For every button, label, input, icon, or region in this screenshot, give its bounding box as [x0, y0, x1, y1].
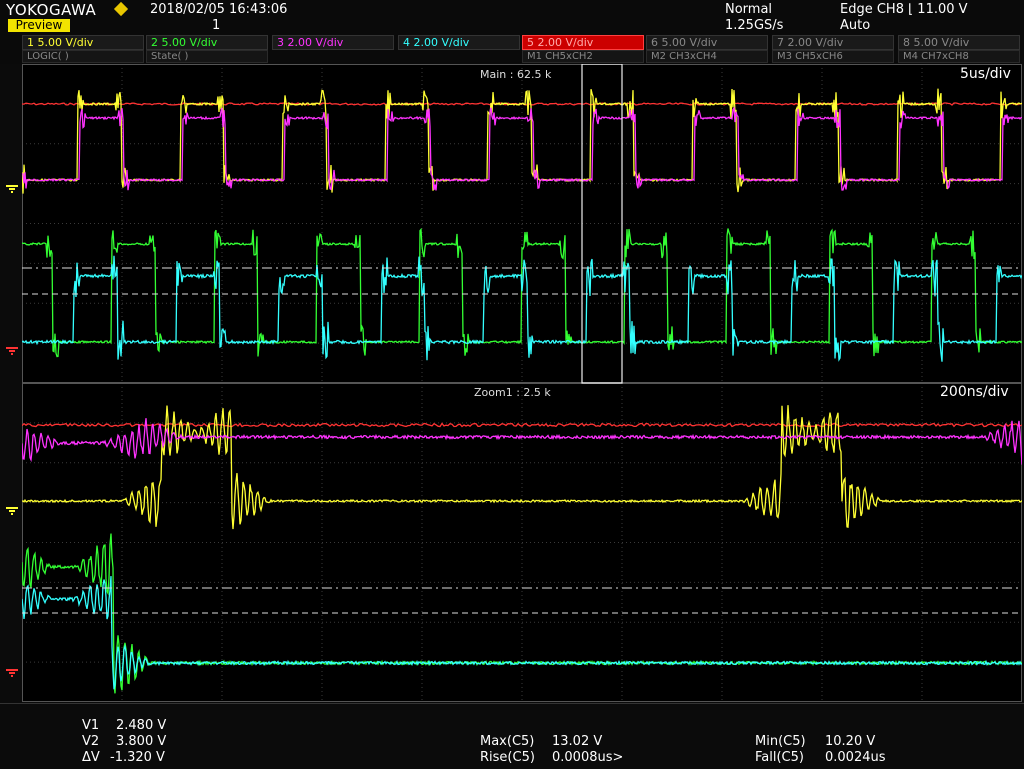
logic-button[interactable]: LOGIC( ): [22, 50, 144, 63]
brand-diamond-icon: [113, 1, 129, 17]
channel-6-label: 6 5.00 V/div: [651, 36, 718, 49]
ground-marker-icon: [6, 669, 18, 677]
cursor-v1: V1 2.480 V: [82, 718, 166, 734]
measure-min: Min(C5) 10.20 V: [755, 734, 875, 750]
ground-marker-icon: [6, 347, 18, 355]
measure-rise: Rise(C5) 0.0008us>: [480, 750, 623, 766]
zoom-timebase: 200ns/div: [940, 384, 1009, 400]
trigger-setting: Edge CH8 ⌊ 11.00 V: [840, 2, 968, 17]
channel-5-button[interactable]: 5 2.00 V/div: [522, 35, 644, 50]
min-value: 10.20 V: [825, 734, 876, 749]
v1-label: V1: [82, 718, 100, 733]
state-button[interactable]: State( ): [146, 50, 268, 63]
brand-name: YOKOGAWA: [6, 1, 97, 19]
dv-value: -1.320 V: [110, 750, 165, 765]
ground-marker-icon: [6, 507, 18, 515]
rise-value: 0.0008us>: [552, 750, 624, 765]
acquisition-mode: Normal: [725, 2, 773, 17]
channel-1-button[interactable]: 1 5.00 V/div: [22, 35, 144, 50]
math-4-button[interactable]: M4 CH7xCH8: [898, 50, 1020, 63]
min-label: Min(C5): [755, 734, 806, 749]
waveform-svg: [21, 63, 1023, 702]
v2-label: V2: [82, 734, 100, 749]
channel-4-label: 4 2.00 V/div: [403, 36, 470, 49]
fall-value: 0.0024us: [825, 750, 886, 765]
trigger-mode: Auto: [840, 18, 871, 33]
max-value: 13.02 V: [552, 734, 603, 749]
acquisition-count: 1: [212, 18, 221, 33]
channel-4-button[interactable]: 4 2.00 V/div: [398, 35, 520, 50]
cursor-v2: V2 3.800 V: [82, 734, 166, 750]
dv-label: ΔV: [82, 750, 100, 765]
channel-2-button[interactable]: 2 5.00 V/div: [146, 35, 268, 50]
main-window-label: Main : 62.5 k: [480, 68, 552, 81]
channel-7-label: 7 2.00 V/div: [777, 36, 844, 49]
measure-max: Max(C5) 13.02 V: [480, 734, 602, 750]
measurement-panel: V1 2.480 V V2 3.800 V ΔV -1.320 V Max(C5) 13…: [0, 703, 1024, 769]
math-2-button[interactable]: M2 CH3xCH4: [646, 50, 768, 63]
fall-label: Fall(C5): [755, 750, 804, 765]
channel-row: 1 5.00 V/div 2 5.00 V/div 3 2.00 V/div 4…: [0, 35, 1024, 50]
channel-5-label: 5 2.00 V/div: [527, 36, 594, 49]
status-bar: YOKOGAWA Preview 2018/02/05 16:43:06 1 N…: [0, 0, 1024, 64]
channel-3-button[interactable]: 3 2.00 V/div: [272, 35, 394, 50]
zoom-window-label: Zoom1 : 2.5 k: [474, 386, 551, 399]
math-1-button[interactable]: M1 CH5xCH2: [522, 50, 644, 63]
channel-2-label: 2 5.00 V/div: [151, 36, 218, 49]
datetime: 2018/02/05 16:43:06: [150, 2, 288, 17]
preview-badge[interactable]: Preview: [8, 19, 70, 32]
rise-label: Rise(C5): [480, 750, 535, 765]
channel-1-label: 1 5.00 V/div: [27, 36, 94, 49]
ch2-trace-main: [21, 227, 1023, 358]
max-label: Max(C5): [480, 734, 535, 749]
channel-3-label: 3 2.00 V/div: [277, 36, 344, 49]
math-row: LOGIC( ) State( ) M1 CH5xCH2 M2 CH3xCH4 …: [0, 50, 1024, 63]
math-3-button[interactable]: M3 CH5xCH6: [772, 50, 894, 63]
measure-fall: Fall(C5) 0.0024us: [755, 750, 886, 766]
main-timebase: 5us/div: [960, 66, 1011, 82]
cursor-delta: ΔV -1.320 V: [82, 750, 165, 766]
v1-value: 2.480 V: [116, 718, 167, 733]
channel-8-button[interactable]: 8 5.00 V/div: [898, 35, 1020, 50]
channel-6-button[interactable]: 6 5.00 V/div: [646, 35, 768, 50]
ground-marker-icon: [6, 185, 18, 193]
channel-8-label: 8 5.00 V/div: [903, 36, 970, 49]
trigger-info: Edge CH8 ⌊ 11.00 V Auto: [840, 2, 968, 34]
v2-value: 3.800 V: [116, 734, 167, 749]
acquisition-info: Normal 1.25GS/s: [725, 2, 783, 34]
waveform-display[interactable]: Main : 62.5 k 5us/div Zoom1 : 2.5 k 200n…: [21, 63, 1023, 702]
ch4-trace-zoom: [21, 576, 1023, 690]
channel-7-button[interactable]: 7 2.00 V/div: [772, 35, 894, 50]
sample-rate: 1.25GS/s: [725, 18, 784, 33]
